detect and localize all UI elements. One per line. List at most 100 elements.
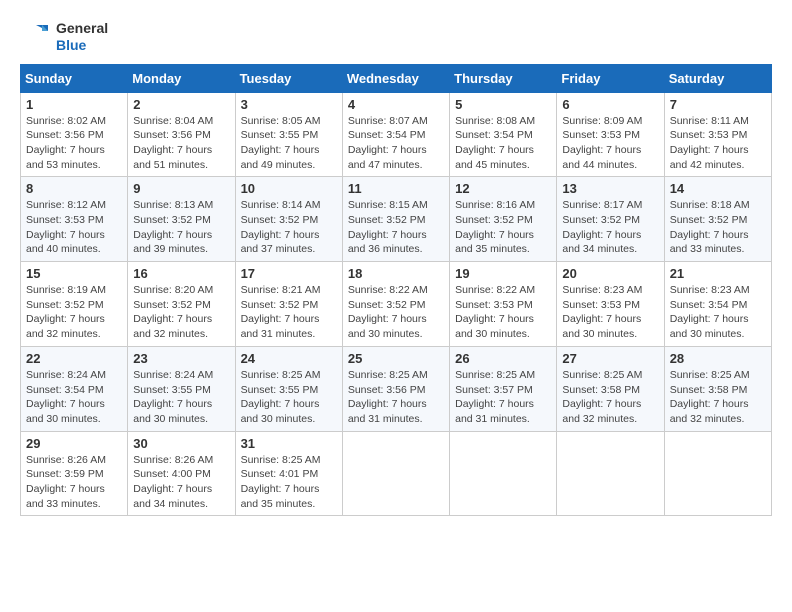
day-number: 30 — [133, 436, 229, 451]
calendar-cell: 30 Sunrise: 8:26 AM Sunset: 4:00 PM Dayl… — [128, 431, 235, 516]
calendar-week-row: 15 Sunrise: 8:19 AM Sunset: 3:52 PM Dayl… — [21, 262, 772, 347]
day-number: 20 — [562, 266, 658, 281]
calendar-cell: 14 Sunrise: 8:18 AM Sunset: 3:52 PM Dayl… — [664, 177, 771, 262]
day-info: Sunrise: 8:26 AM Sunset: 4:00 PM Dayligh… — [133, 453, 229, 512]
calendar-cell: 28 Sunrise: 8:25 AM Sunset: 3:58 PM Dayl… — [664, 346, 771, 431]
day-number: 6 — [562, 97, 658, 112]
weekday-header-friday: Friday — [557, 64, 664, 92]
day-info: Sunrise: 8:09 AM Sunset: 3:53 PM Dayligh… — [562, 114, 658, 173]
day-number: 18 — [348, 266, 444, 281]
day-number: 25 — [348, 351, 444, 366]
calendar-table: SundayMondayTuesdayWednesdayThursdayFrid… — [20, 64, 772, 517]
day-number: 28 — [670, 351, 766, 366]
calendar-cell: 8 Sunrise: 8:12 AM Sunset: 3:53 PM Dayli… — [21, 177, 128, 262]
day-number: 27 — [562, 351, 658, 366]
day-info: Sunrise: 8:25 AM Sunset: 3:58 PM Dayligh… — [562, 368, 658, 427]
calendar-cell: 1 Sunrise: 8:02 AM Sunset: 3:56 PM Dayli… — [21, 92, 128, 177]
calendar-cell: 9 Sunrise: 8:13 AM Sunset: 3:52 PM Dayli… — [128, 177, 235, 262]
calendar-cell: 3 Sunrise: 8:05 AM Sunset: 3:55 PM Dayli… — [235, 92, 342, 177]
calendar-cell: 10 Sunrise: 8:14 AM Sunset: 3:52 PM Dayl… — [235, 177, 342, 262]
day-info: Sunrise: 8:20 AM Sunset: 3:52 PM Dayligh… — [133, 283, 229, 342]
day-info: Sunrise: 8:14 AM Sunset: 3:52 PM Dayligh… — [241, 198, 337, 257]
day-info: Sunrise: 8:16 AM Sunset: 3:52 PM Dayligh… — [455, 198, 551, 257]
day-number: 16 — [133, 266, 229, 281]
day-number: 5 — [455, 97, 551, 112]
calendar-week-row: 22 Sunrise: 8:24 AM Sunset: 3:54 PM Dayl… — [21, 346, 772, 431]
day-info: Sunrise: 8:21 AM Sunset: 3:52 PM Dayligh… — [241, 283, 337, 342]
day-info: Sunrise: 8:26 AM Sunset: 3:59 PM Dayligh… — [26, 453, 122, 512]
day-info: Sunrise: 8:24 AM Sunset: 3:54 PM Dayligh… — [26, 368, 122, 427]
day-info: Sunrise: 8:05 AM Sunset: 3:55 PM Dayligh… — [241, 114, 337, 173]
day-number: 9 — [133, 181, 229, 196]
day-number: 3 — [241, 97, 337, 112]
calendar-cell: 27 Sunrise: 8:25 AM Sunset: 3:58 PM Dayl… — [557, 346, 664, 431]
calendar-cell: 7 Sunrise: 8:11 AM Sunset: 3:53 PM Dayli… — [664, 92, 771, 177]
day-info: Sunrise: 8:23 AM Sunset: 3:54 PM Dayligh… — [670, 283, 766, 342]
calendar-cell: 12 Sunrise: 8:16 AM Sunset: 3:52 PM Dayl… — [450, 177, 557, 262]
day-info: Sunrise: 8:25 AM Sunset: 3:57 PM Dayligh… — [455, 368, 551, 427]
calendar-cell: 4 Sunrise: 8:07 AM Sunset: 3:54 PM Dayli… — [342, 92, 449, 177]
weekday-header-sunday: Sunday — [21, 64, 128, 92]
calendar-cell — [450, 431, 557, 516]
day-number: 31 — [241, 436, 337, 451]
day-number: 10 — [241, 181, 337, 196]
weekday-header-saturday: Saturday — [664, 64, 771, 92]
day-number: 8 — [26, 181, 122, 196]
day-info: Sunrise: 8:25 AM Sunset: 3:58 PM Dayligh… — [670, 368, 766, 427]
calendar-week-row: 1 Sunrise: 8:02 AM Sunset: 3:56 PM Dayli… — [21, 92, 772, 177]
logo: General Blue — [20, 20, 108, 54]
day-number: 1 — [26, 97, 122, 112]
calendar-cell: 25 Sunrise: 8:25 AM Sunset: 3:56 PM Dayl… — [342, 346, 449, 431]
day-number: 14 — [670, 181, 766, 196]
day-info: Sunrise: 8:02 AM Sunset: 3:56 PM Dayligh… — [26, 114, 122, 173]
day-number: 17 — [241, 266, 337, 281]
day-number: 13 — [562, 181, 658, 196]
calendar-cell: 20 Sunrise: 8:23 AM Sunset: 3:53 PM Dayl… — [557, 262, 664, 347]
day-number: 7 — [670, 97, 766, 112]
day-number: 12 — [455, 181, 551, 196]
day-number: 24 — [241, 351, 337, 366]
day-number: 2 — [133, 97, 229, 112]
calendar-cell: 13 Sunrise: 8:17 AM Sunset: 3:52 PM Dayl… — [557, 177, 664, 262]
day-info: Sunrise: 8:18 AM Sunset: 3:52 PM Dayligh… — [670, 198, 766, 257]
day-number: 15 — [26, 266, 122, 281]
weekday-header-row: SundayMondayTuesdayWednesdayThursdayFrid… — [21, 64, 772, 92]
calendar-cell: 29 Sunrise: 8:26 AM Sunset: 3:59 PM Dayl… — [21, 431, 128, 516]
logo-text-block: General Blue — [56, 20, 108, 54]
calendar-cell: 6 Sunrise: 8:09 AM Sunset: 3:53 PM Dayli… — [557, 92, 664, 177]
day-info: Sunrise: 8:04 AM Sunset: 3:56 PM Dayligh… — [133, 114, 229, 173]
calendar-cell: 16 Sunrise: 8:20 AM Sunset: 3:52 PM Dayl… — [128, 262, 235, 347]
calendar-cell: 26 Sunrise: 8:25 AM Sunset: 3:57 PM Dayl… — [450, 346, 557, 431]
day-info: Sunrise: 8:12 AM Sunset: 3:53 PM Dayligh… — [26, 198, 122, 257]
day-info: Sunrise: 8:22 AM Sunset: 3:52 PM Dayligh… — [348, 283, 444, 342]
day-info: Sunrise: 8:07 AM Sunset: 3:54 PM Dayligh… — [348, 114, 444, 173]
calendar-cell: 11 Sunrise: 8:15 AM Sunset: 3:52 PM Dayl… — [342, 177, 449, 262]
calendar-cell: 17 Sunrise: 8:21 AM Sunset: 3:52 PM Dayl… — [235, 262, 342, 347]
calendar-cell: 31 Sunrise: 8:25 AM Sunset: 4:01 PM Dayl… — [235, 431, 342, 516]
calendar-cell: 21 Sunrise: 8:23 AM Sunset: 3:54 PM Dayl… — [664, 262, 771, 347]
weekday-header-thursday: Thursday — [450, 64, 557, 92]
calendar-cell: 22 Sunrise: 8:24 AM Sunset: 3:54 PM Dayl… — [21, 346, 128, 431]
calendar-week-row: 8 Sunrise: 8:12 AM Sunset: 3:53 PM Dayli… — [21, 177, 772, 262]
day-number: 26 — [455, 351, 551, 366]
calendar-cell — [664, 431, 771, 516]
weekday-header-monday: Monday — [128, 64, 235, 92]
day-number: 4 — [348, 97, 444, 112]
day-number: 23 — [133, 351, 229, 366]
day-info: Sunrise: 8:24 AM Sunset: 3:55 PM Dayligh… — [133, 368, 229, 427]
weekday-header-wednesday: Wednesday — [342, 64, 449, 92]
day-info: Sunrise: 8:25 AM Sunset: 3:56 PM Dayligh… — [348, 368, 444, 427]
day-info: Sunrise: 8:23 AM Sunset: 3:53 PM Dayligh… — [562, 283, 658, 342]
calendar-cell: 5 Sunrise: 8:08 AM Sunset: 3:54 PM Dayli… — [450, 92, 557, 177]
day-number: 19 — [455, 266, 551, 281]
calendar-cell: 19 Sunrise: 8:22 AM Sunset: 3:53 PM Dayl… — [450, 262, 557, 347]
logo-icon — [20, 21, 52, 53]
day-number: 21 — [670, 266, 766, 281]
day-info: Sunrise: 8:19 AM Sunset: 3:52 PM Dayligh… — [26, 283, 122, 342]
calendar-cell: 23 Sunrise: 8:24 AM Sunset: 3:55 PM Dayl… — [128, 346, 235, 431]
calendar-cell — [342, 431, 449, 516]
day-number: 11 — [348, 181, 444, 196]
calendar-cell: 18 Sunrise: 8:22 AM Sunset: 3:52 PM Dayl… — [342, 262, 449, 347]
day-info: Sunrise: 8:25 AM Sunset: 3:55 PM Dayligh… — [241, 368, 337, 427]
weekday-header-tuesday: Tuesday — [235, 64, 342, 92]
